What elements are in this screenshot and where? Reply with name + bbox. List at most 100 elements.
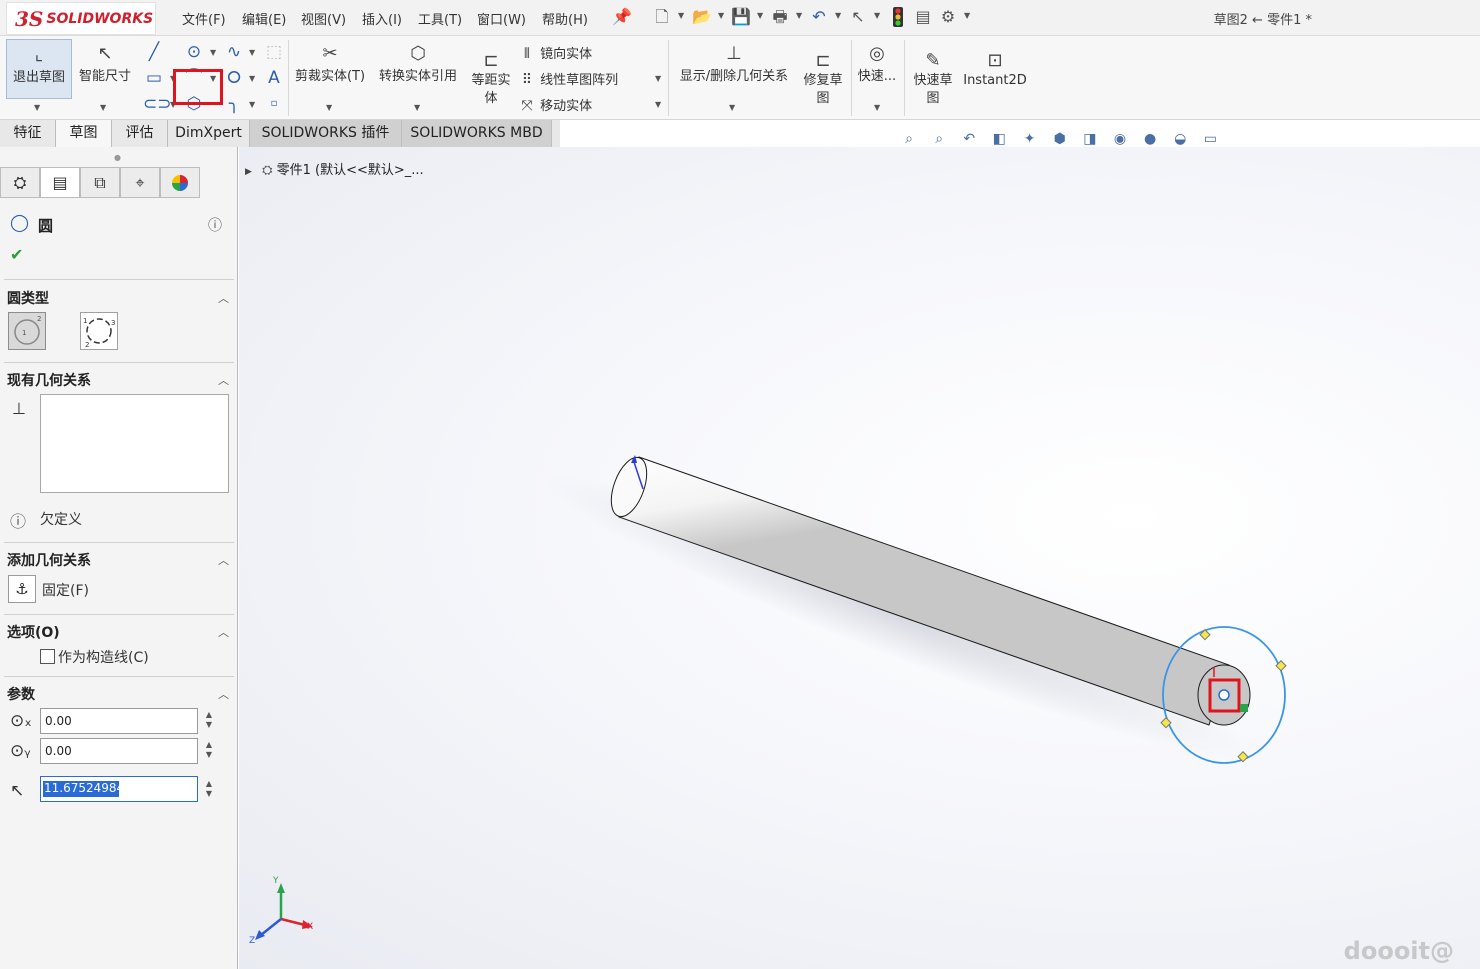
line-icon[interactable]: ╱: [143, 41, 165, 63]
open-dropdown-icon[interactable]: ▼: [718, 11, 724, 20]
collapse-caret-icon[interactable]: ︿: [218, 624, 229, 640]
pin-icon[interactable]: 📌: [612, 7, 632, 27]
configuration-manager-tab-icon[interactable]: ⧉: [80, 167, 120, 198]
instant2d-button[interactable]: ⊡ Instant2D: [962, 50, 1028, 90]
tab-evaluate[interactable]: 评估: [112, 120, 168, 147]
new-document-icon[interactable]: 🗋: [652, 7, 672, 27]
help-icon[interactable]: ⓘ: [208, 215, 222, 235]
parameters-section-title[interactable]: 参数: [7, 684, 35, 704]
print-icon[interactable]: 🖶: [770, 7, 790, 27]
construction-checkbox[interactable]: [40, 649, 55, 664]
pattern-dropdown-icon[interactable]: ▼: [655, 74, 661, 83]
zoom-to-fit-icon[interactable]: ⌕: [899, 131, 919, 147]
radius-spinner-icon[interactable]: ▲ ▼: [203, 779, 215, 799]
tab-solidworks-mbd[interactable]: SOLIDWORKS MBD: [402, 120, 552, 147]
coincident-relation-icon[interactable]: [1240, 704, 1248, 712]
open-folder-icon[interactable]: 📂: [692, 7, 712, 27]
exit-sketch-dropdown-icon[interactable]: ▼: [34, 103, 40, 112]
menu-window[interactable]: 窗口(W): [477, 9, 526, 28]
property-manager-tab-icon[interactable]: ▤: [40, 167, 80, 198]
dynamic-annotation-icon[interactable]: ✦: [1020, 131, 1040, 147]
cylinder-body[interactable]: [618, 456, 1230, 726]
circle-dropdown-icon[interactable]: ▼: [210, 48, 216, 57]
slot-icon[interactable]: ⊂⊃: [143, 93, 172, 115]
save-dropdown-icon[interactable]: ▼: [757, 11, 763, 20]
display-relations-button[interactable]: ⊥ 显示/删除几何关系: [672, 43, 796, 84]
grid-icon[interactable]: ⬚: [263, 41, 285, 63]
polygon-icon[interactable]: ⭘: [223, 67, 245, 89]
feature-manager-tab-icon[interactable]: ⛭: [0, 167, 40, 198]
trim-entities-button[interactable]: ✂ 剪裁实体(T): [292, 43, 368, 84]
options-dropdown-icon[interactable]: ▼: [964, 11, 970, 20]
solidworks-logo[interactable]: 3S SOLIDWORKS: [6, 2, 156, 35]
quick-snaps-button[interactable]: ◎ 快速...: [853, 43, 901, 84]
smart-dimension-dropdown-icon[interactable]: ▼: [100, 103, 106, 112]
center-x-input[interactable]: [40, 708, 198, 734]
display-manager-tab-icon[interactable]: [160, 167, 200, 198]
radius-input[interactable]: [40, 776, 198, 802]
convert-dropdown-icon[interactable]: ▼: [414, 103, 420, 112]
save-icon[interactable]: 💾: [731, 7, 751, 27]
convert-entities-button[interactable]: ⬡ 转换实体引用: [372, 43, 464, 84]
select-dropdown-icon[interactable]: ▼: [874, 11, 880, 20]
menu-tools[interactable]: 工具(T): [418, 9, 462, 28]
section-view-icon[interactable]: ◧: [989, 131, 1009, 147]
select-cursor-icon[interactable]: ↖: [848, 7, 868, 27]
rapid-sketch-button[interactable]: ✎ 快速草 图: [908, 50, 958, 108]
menu-insert[interactable]: 插入(I): [362, 9, 402, 28]
graphics-area[interactable]: ⌕ ⌕ ↶ ◧ ✦ ⬢ ◨ ◉ ● ◒ ▭ ▶ ⛭ 零件1 (默认<<默认>_.…: [239, 131, 1480, 969]
options-gear-icon[interactable]: ⚙: [938, 7, 958, 27]
fillet-icon[interactable]: ╮: [223, 93, 245, 115]
menu-help[interactable]: 帮助(H): [542, 9, 588, 28]
menu-edit[interactable]: 编辑(E): [242, 9, 286, 28]
quick-snaps-dropdown-icon[interactable]: ▼: [874, 103, 880, 112]
repair-sketch-button[interactable]: ⊏ 修复草 图: [798, 50, 848, 108]
rebuild-traffic-light-icon[interactable]: [888, 7, 908, 27]
offset-entities-button[interactable]: ⊏ 等距实 体: [466, 50, 516, 108]
perimeter-circle-type-button[interactable]: 1 3 2: [80, 312, 118, 350]
edit-appearance-icon[interactable]: ●: [1140, 131, 1160, 147]
display-style-icon[interactable]: ◨: [1080, 131, 1100, 147]
exit-sketch-button[interactable]: ⌞ 退出草图: [6, 39, 72, 99]
new-dropdown-icon[interactable]: ▼: [678, 11, 684, 20]
collapse-caret-icon[interactable]: ︿: [218, 372, 229, 388]
fillet-dropdown-icon[interactable]: ▼: [249, 100, 255, 109]
spline-icon[interactable]: ∿: [223, 41, 245, 63]
polygon-dropdown-icon[interactable]: ▼: [249, 74, 255, 83]
tab-sketch[interactable]: 草图: [56, 120, 112, 147]
center-circle-type-button[interactable]: 12: [8, 312, 46, 350]
apply-scene-icon[interactable]: ◒: [1170, 131, 1190, 147]
trim-dropdown-icon[interactable]: ▼: [326, 103, 332, 112]
move-entities-button[interactable]: ⤧ 移动实体: [518, 95, 592, 114]
circle-center-point[interactable]: [1218, 689, 1230, 701]
dimxpert-manager-tab-icon[interactable]: ⌖: [120, 167, 160, 198]
view-settings-icon[interactable]: ▭: [1200, 131, 1220, 147]
panel-grip-icon[interactable]: ●: [114, 153, 121, 162]
existing-relations-section-title[interactable]: 现有几何关系: [7, 370, 91, 390]
view-orientation-icon[interactable]: ⬢: [1050, 131, 1070, 147]
undo-icon[interactable]: ↶: [809, 7, 829, 27]
menu-view[interactable]: 视图(V): [301, 9, 346, 28]
options-section-title[interactable]: 选项(O): [7, 622, 60, 642]
relations-dropdown-icon[interactable]: ▼: [729, 103, 735, 112]
circle-type-section-title[interactable]: 圆类型: [7, 288, 49, 308]
mirror-entities-button[interactable]: ⫴ 镜向实体: [518, 43, 592, 62]
add-relations-section-title[interactable]: 添加几何关系: [7, 550, 91, 570]
collapse-caret-icon[interactable]: ︿: [218, 290, 229, 306]
smart-dimension-button[interactable]: ↖ 智能尺寸: [74, 43, 136, 84]
fix-relation-icon[interactable]: ⚓: [8, 575, 36, 603]
ok-checkmark-icon[interactable]: ✔: [10, 245, 23, 264]
menu-file[interactable]: 文件(F): [182, 9, 226, 28]
file-properties-icon[interactable]: ▤: [913, 7, 933, 27]
linear-pattern-button[interactable]: ⠿ 线性草图阵列: [518, 69, 618, 88]
center-y-spinner-icon[interactable]: ▲ ▼: [203, 740, 215, 760]
previous-view-icon[interactable]: ↶: [959, 131, 979, 147]
tab-solidworks-addins[interactable]: SOLIDWORKS 插件: [250, 120, 402, 147]
spline-dropdown-icon[interactable]: ▼: [249, 48, 255, 57]
point-icon[interactable]: ▫: [263, 93, 285, 115]
hide-show-icon[interactable]: ◉: [1110, 131, 1130, 147]
undo-dropdown-icon[interactable]: ▼: [835, 11, 841, 20]
fix-relation-label[interactable]: 固定(F): [42, 580, 89, 600]
tab-features[interactable]: 特征: [0, 120, 56, 147]
collapse-caret-icon[interactable]: ︿: [218, 686, 229, 702]
